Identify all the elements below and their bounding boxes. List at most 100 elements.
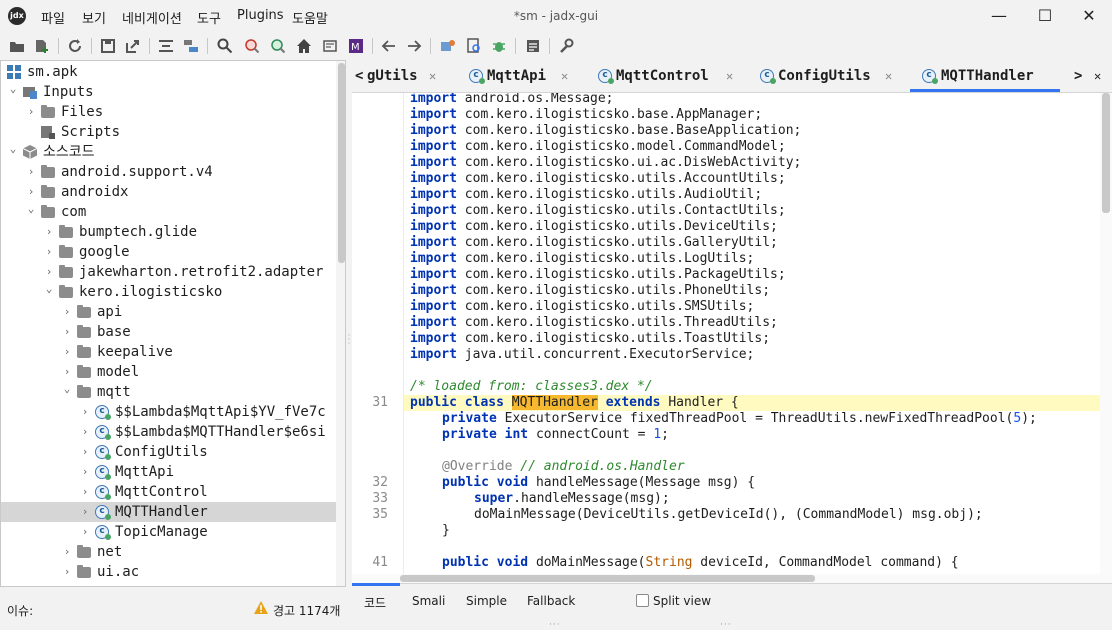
find-usage-icon[interactable] bbox=[269, 37, 287, 55]
save-icon[interactable] bbox=[99, 37, 117, 55]
tree-item[interactable]: ⌄ kero.ilogisticsko bbox=[1, 282, 345, 302]
back-icon[interactable] bbox=[380, 37, 398, 55]
tab-mqttapi[interactable]: c MqttApi ✕ bbox=[469, 60, 587, 92]
add-files-icon[interactable] bbox=[33, 37, 51, 55]
tree-item[interactable]: › base bbox=[1, 322, 345, 342]
editor-hscroll-thumb[interactable] bbox=[400, 575, 815, 582]
tree-item[interactable]: › jakewharton.retrofit2.adapter bbox=[1, 262, 345, 282]
tree-item[interactable]: › c TopicManage bbox=[1, 522, 345, 542]
tree-scrollbar-thumb[interactable] bbox=[338, 63, 345, 263]
expand-arrow-icon[interactable]: ⌄ bbox=[61, 382, 73, 402]
tree-item[interactable]: › c $$Lambda$MqttApi$YV_fVe7c bbox=[1, 402, 345, 422]
tab-close-icon[interactable]: ✕ bbox=[561, 60, 568, 92]
tree-item[interactable]: › c MqttApi bbox=[1, 462, 345, 482]
tab-close-icon[interactable]: ✕ bbox=[885, 60, 892, 92]
reload-icon[interactable] bbox=[66, 37, 84, 55]
tab-simple[interactable]: Simple bbox=[466, 594, 507, 608]
log-icon[interactable] bbox=[524, 37, 542, 55]
tree-item[interactable]: › google bbox=[1, 242, 345, 262]
tree-item[interactable]: › net bbox=[1, 542, 345, 562]
collapse-arrow-icon[interactable]: › bbox=[61, 562, 73, 582]
tree-item[interactable]: Scripts bbox=[1, 122, 345, 142]
tree-item[interactable]: › androidx bbox=[1, 182, 345, 202]
tree-item[interactable]: ⌄ 소스코드 bbox=[1, 142, 345, 162]
close-button[interactable]: ✕ bbox=[1066, 4, 1112, 30]
tab-next-arrow[interactable]: > bbox=[1074, 60, 1082, 92]
tree-item[interactable]: › Files bbox=[1, 102, 345, 122]
collapse-arrow-icon[interactable]: › bbox=[25, 182, 37, 202]
debug-icon[interactable] bbox=[490, 37, 508, 55]
tree-item[interactable]: › api bbox=[1, 302, 345, 322]
collapse-arrow-icon[interactable]: › bbox=[79, 462, 91, 482]
tree-item[interactable]: › c ConfigUtils bbox=[1, 442, 345, 462]
tree-item[interactable]: ⌄ mqtt bbox=[1, 382, 345, 402]
expand-arrow-icon[interactable]: ⌄ bbox=[7, 82, 19, 102]
collapse-arrow-icon[interactable]: › bbox=[79, 482, 91, 502]
tab-close-icon[interactable]: ✕ bbox=[429, 60, 436, 92]
pane-splitter[interactable]: · · · bbox=[347, 332, 351, 348]
open-folder-icon[interactable] bbox=[8, 37, 26, 55]
export-icon[interactable] bbox=[124, 37, 142, 55]
expand-arrow-icon[interactable]: ⌄ bbox=[25, 202, 37, 222]
tree-item[interactable]: sm.apk bbox=[1, 62, 345, 82]
tab-configutils[interactable]: c ConfigUtils ✕ bbox=[760, 60, 910, 92]
split-view-checkbox[interactable] bbox=[636, 594, 649, 607]
tree-item[interactable]: › model bbox=[1, 362, 345, 382]
tree-item[interactable]: › ui.ac bbox=[1, 562, 345, 582]
collapse-arrow-icon[interactable]: › bbox=[61, 322, 73, 342]
tree-item[interactable]: › android.support.v4 bbox=[1, 162, 345, 182]
forward-icon[interactable] bbox=[405, 37, 423, 55]
collapse-arrow-icon[interactable]: › bbox=[43, 242, 55, 262]
expand-arrow-icon[interactable]: ⌄ bbox=[43, 282, 55, 302]
warnings-count[interactable]: 경고 1174개 bbox=[273, 602, 340, 619]
tree-item-label: 소스코드 bbox=[43, 144, 95, 160]
maximize-button[interactable]: ☐ bbox=[1022, 4, 1068, 30]
tree-item[interactable]: › c MqttControl bbox=[1, 482, 345, 502]
expand-arrow-icon[interactable]: ⌄ bbox=[7, 142, 19, 162]
tab-smali[interactable]: Smali bbox=[412, 594, 445, 608]
tab-fallback[interactable]: Fallback bbox=[527, 594, 575, 608]
collapse-arrow-icon[interactable]: › bbox=[79, 442, 91, 462]
flatten-icon[interactable] bbox=[182, 37, 200, 55]
sync-icon[interactable] bbox=[157, 37, 175, 55]
collapse-arrow-icon[interactable]: › bbox=[79, 522, 91, 542]
collapse-arrow-icon[interactable]: › bbox=[61, 302, 73, 322]
collapse-arrow-icon[interactable]: › bbox=[79, 402, 91, 422]
tab-close-icon[interactable]: ✕ bbox=[726, 60, 733, 92]
tab-gutils[interactable]: gUtils ✕ bbox=[367, 60, 461, 92]
settings-icon[interactable] bbox=[557, 37, 575, 55]
collapse-arrow-icon[interactable]: › bbox=[61, 342, 73, 362]
smali-icon[interactable]: M bbox=[347, 37, 365, 55]
project-tree[interactable]: sm.apk ⌄ Inputs › Files Scripts ⌄ 소스코드 › android.… bbox=[0, 60, 346, 587]
collapse-arrow-icon[interactable]: › bbox=[61, 542, 73, 562]
tree-item[interactable]: ⌄ com bbox=[1, 202, 345, 222]
preview-icon[interactable] bbox=[465, 37, 483, 55]
collapse-arrow-icon[interactable]: › bbox=[43, 262, 55, 282]
tab-mqttcontrol[interactable]: c MqttControl ✕ bbox=[598, 60, 750, 92]
find-class-icon[interactable] bbox=[243, 37, 261, 55]
tree-item[interactable]: › bumptech.glide bbox=[1, 222, 345, 242]
tab-close-icon[interactable]: ✕ bbox=[1094, 60, 1101, 92]
tab-code[interactable]: 코드 bbox=[364, 594, 386, 611]
tree-item[interactable]: › keepalive bbox=[1, 342, 345, 362]
deobf-icon[interactable] bbox=[321, 37, 339, 55]
quark-icon[interactable] bbox=[439, 37, 457, 55]
editor-vscroll-thumb[interactable] bbox=[1102, 93, 1110, 213]
tree-item-label: api bbox=[97, 304, 123, 320]
collapse-arrow-icon[interactable]: › bbox=[43, 222, 55, 242]
tree-item[interactable]: ⌄ Inputs bbox=[1, 82, 345, 102]
collapse-arrow-icon[interactable]: › bbox=[25, 162, 37, 182]
home-icon[interactable] bbox=[295, 37, 313, 55]
collapse-arrow-icon[interactable]: › bbox=[25, 102, 37, 122]
tab-label: MQTTHandler bbox=[941, 68, 1034, 84]
collapse-arrow-icon[interactable]: › bbox=[61, 362, 73, 382]
tree-item[interactable]: › c MQTTHandler bbox=[1, 502, 336, 522]
tab-prev-arrow[interactable]: < bbox=[355, 60, 363, 92]
collapse-arrow-icon[interactable]: › bbox=[79, 502, 91, 522]
code-editor[interactable]: import android.os.Message; import com.ker… bbox=[352, 93, 1112, 583]
tree-item[interactable]: › c $$Lambda$MQTTHandler$e6si bbox=[1, 422, 345, 442]
search-icon[interactable] bbox=[216, 37, 234, 55]
tab-mqtthandler[interactable]: c MQTTHandler bbox=[910, 60, 1060, 92]
minimize-button[interactable]: — bbox=[976, 4, 1022, 30]
collapse-arrow-icon[interactable]: › bbox=[79, 422, 91, 442]
